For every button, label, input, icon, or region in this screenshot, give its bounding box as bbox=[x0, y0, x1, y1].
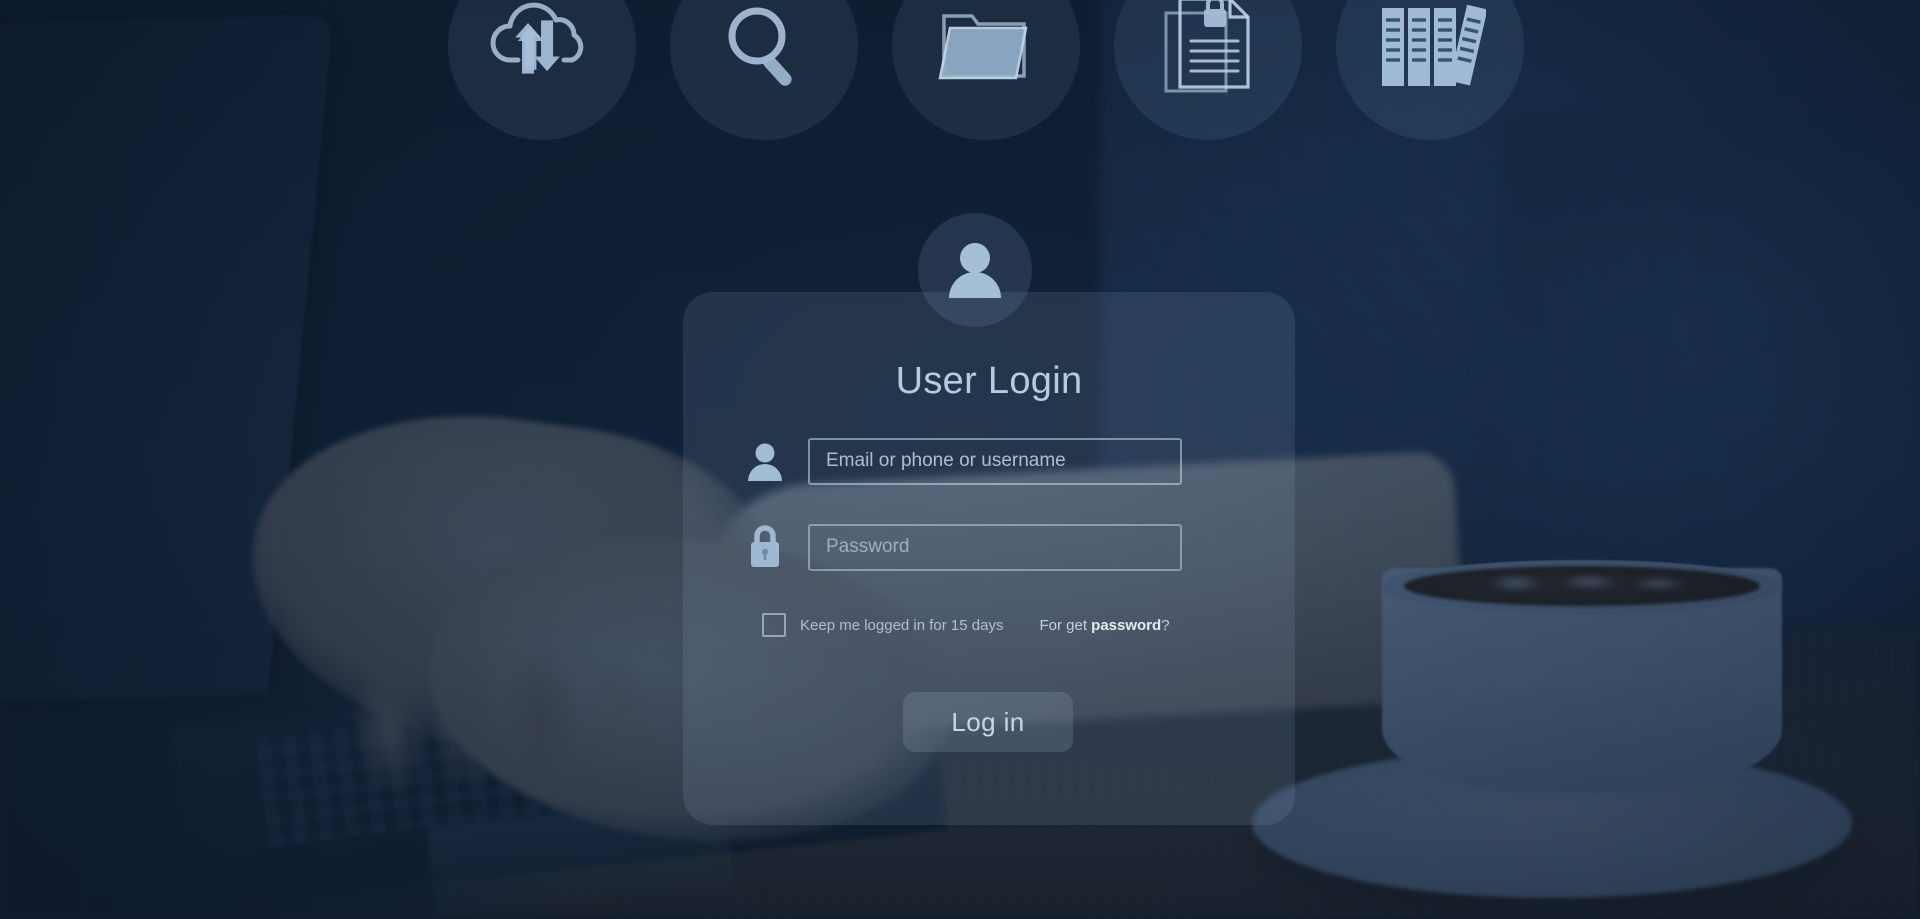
user-icon bbox=[742, 436, 788, 486]
password-field-row bbox=[742, 522, 1182, 572]
username-input[interactable] bbox=[808, 437, 1182, 485]
forgot-password-emphasis: password bbox=[1091, 616, 1162, 634]
login-options-row: Keep me logged in for 15 days For get pa… bbox=[762, 613, 1170, 637]
folder-icon[interactable] bbox=[892, 0, 1080, 140]
page-title: User Login bbox=[895, 360, 1083, 402]
login-screen: User Login Keep me logged in for 15 days… bbox=[0, 0, 1920, 919]
avatar bbox=[918, 213, 1032, 327]
archive-binders-icon[interactable] bbox=[1336, 0, 1524, 140]
cloud-sync-icon[interactable] bbox=[448, 0, 636, 140]
secure-document-icon[interactable] bbox=[1114, 0, 1302, 140]
search-icon[interactable] bbox=[670, 0, 858, 140]
password-input[interactable] bbox=[808, 523, 1182, 571]
forgot-password-suffix: ? bbox=[1161, 616, 1170, 634]
username-field-row bbox=[742, 436, 1182, 486]
keep-logged-in-checkbox[interactable] bbox=[762, 613, 786, 637]
user-avatar-icon bbox=[949, 243, 1001, 298]
keep-logged-in-label: Keep me logged in for 15 days bbox=[800, 616, 1004, 634]
forgot-password-link[interactable]: For get password? bbox=[1039, 617, 1169, 634]
forgot-password-prefix: For get bbox=[1039, 616, 1092, 634]
top-icon-row bbox=[448, 0, 1524, 140]
lock-icon bbox=[742, 522, 788, 572]
login-button[interactable]: Log in bbox=[903, 692, 1073, 752]
